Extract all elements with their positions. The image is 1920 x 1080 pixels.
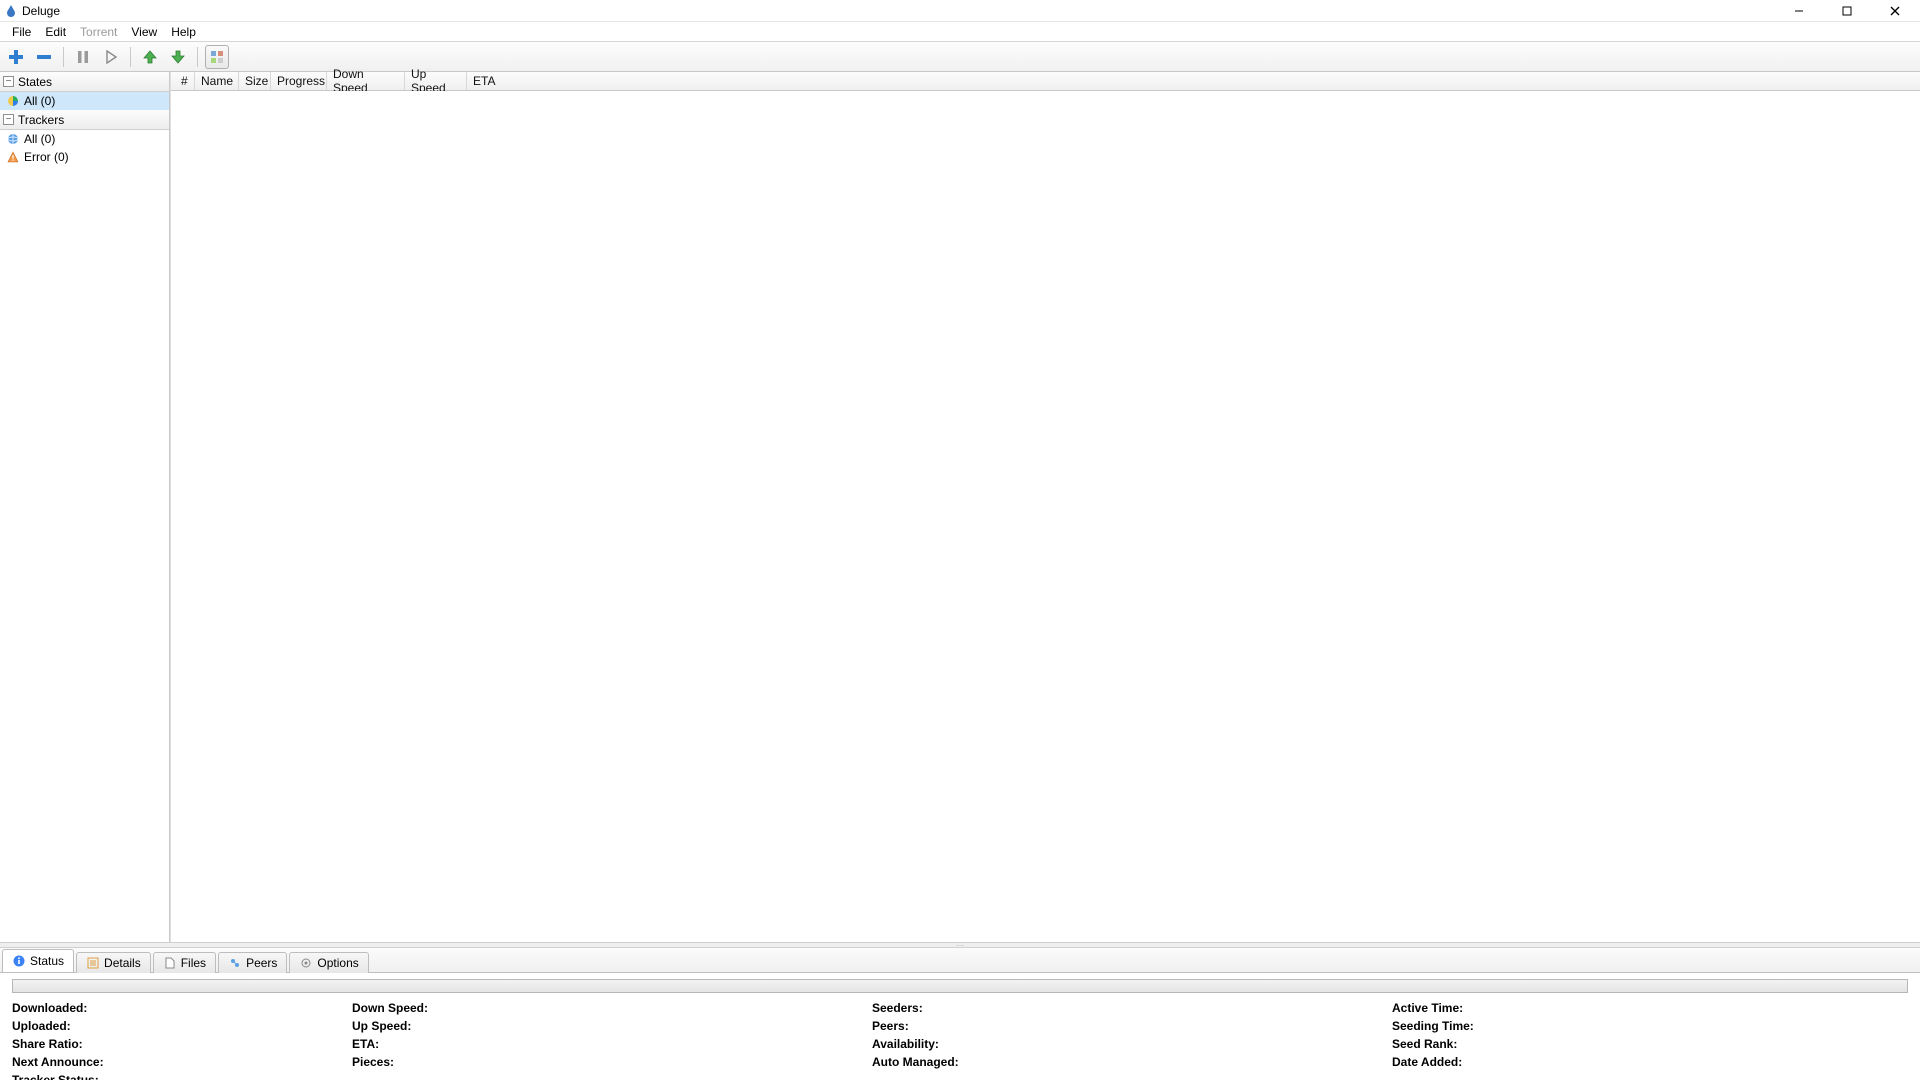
close-button[interactable] [1880, 1, 1910, 21]
label-down-speed: Down Speed: [352, 1001, 872, 1015]
pause-button[interactable] [71, 45, 95, 69]
sidebar-group-label: Trackers [18, 113, 64, 127]
label-seed-rank: Seed Rank: [1392, 1037, 1812, 1051]
titlebar: Deluge [0, 0, 1920, 22]
remove-torrent-button[interactable] [32, 45, 56, 69]
label-availability: Availability: [872, 1037, 1392, 1051]
globe-icon [6, 132, 20, 146]
sidebar-item-label: Error (0) [24, 150, 69, 164]
tab-details[interactable]: Details [76, 952, 151, 973]
details-icon [86, 956, 100, 970]
info-icon [12, 954, 26, 968]
minimize-button[interactable] [1784, 1, 1814, 21]
menu-torrent: Torrent [74, 24, 123, 40]
sidebar-item-label: All (0) [24, 94, 55, 108]
tab-label: Files [181, 956, 206, 970]
torrent-list[interactable] [171, 91, 1920, 942]
preferences-button[interactable] [205, 45, 229, 69]
tab-label: Status [30, 954, 64, 968]
toolbar-separator [197, 47, 198, 67]
menubar: File Edit Torrent View Help [0, 22, 1920, 42]
sidebar-item-error-trackers[interactable]: Error (0) [0, 148, 169, 166]
window-title: Deluge [22, 4, 60, 18]
collapse-icon[interactable]: − [3, 76, 14, 87]
label-tracker-status: Tracker Status: [12, 1073, 352, 1080]
file-icon [163, 956, 177, 970]
tab-label: Details [104, 956, 141, 970]
tab-peers[interactable]: Peers [218, 952, 287, 973]
torrent-list-pane: # Name Size Progress Down Speed Up Speed… [170, 72, 1920, 942]
label-auto-managed: Auto Managed: [872, 1055, 1392, 1069]
label-peers: Peers: [872, 1019, 1392, 1033]
options-icon [299, 956, 313, 970]
toolbar-separator [63, 47, 64, 67]
tab-options[interactable]: Options [289, 952, 368, 973]
label-seeders: Seeders: [872, 1001, 1392, 1015]
sidebar-group-label: States [18, 75, 52, 89]
toolbar-separator [130, 47, 131, 67]
menu-file[interactable]: File [6, 24, 37, 40]
tab-files[interactable]: Files [153, 952, 216, 973]
status-panel: Downloaded: Uploaded: Share Ratio: Next … [0, 973, 1920, 1080]
collapse-icon[interactable]: − [3, 114, 14, 125]
label-downloaded: Downloaded: [12, 1001, 352, 1015]
maximize-button[interactable] [1832, 1, 1862, 21]
menu-edit[interactable]: Edit [39, 24, 72, 40]
label-uploaded: Uploaded: [12, 1019, 352, 1033]
sidebar-item-all-trackers[interactable]: All (0) [0, 130, 169, 148]
label-share-ratio: Share Ratio: [12, 1037, 352, 1051]
tab-status[interactable]: Status [2, 949, 74, 972]
progress-bar [12, 979, 1908, 993]
sidebar-group-states[interactable]: − States [0, 72, 169, 92]
column-progress[interactable]: Progress [271, 72, 327, 90]
warning-icon [6, 150, 20, 164]
label-active-time: Active Time: [1392, 1001, 1812, 1015]
sidebar-item-all-states[interactable]: All (0) [0, 92, 169, 110]
column-num[interactable]: # [175, 72, 195, 90]
column-down-speed[interactable]: Down Speed [327, 72, 405, 90]
column-up-speed[interactable]: Up Speed [405, 72, 467, 90]
column-size[interactable]: Size [239, 72, 271, 90]
sidebar-item-label: All (0) [24, 132, 55, 146]
label-next-announce: Next Announce: [12, 1055, 352, 1069]
detail-tabs: Status Details Files Peers Options [0, 948, 1920, 973]
pie-icon [6, 94, 20, 108]
queue-down-button[interactable] [166, 45, 190, 69]
sidebar: − States All (0) − Trackers All (0) Erro… [0, 72, 170, 942]
deluge-icon [4, 4, 18, 18]
label-seeding-time: Seeding Time: [1392, 1019, 1812, 1033]
label-up-speed: Up Speed: [352, 1019, 872, 1033]
add-torrent-button[interactable] [4, 45, 28, 69]
column-eta[interactable]: ETA [467, 72, 503, 90]
column-headers: # Name Size Progress Down Speed Up Speed… [171, 72, 1920, 91]
menu-help[interactable]: Help [165, 24, 202, 40]
menu-view[interactable]: View [125, 24, 163, 40]
queue-up-button[interactable] [138, 45, 162, 69]
column-name[interactable]: Name [195, 72, 239, 90]
toolbar [0, 42, 1920, 72]
resume-button[interactable] [99, 45, 123, 69]
peers-icon [228, 956, 242, 970]
tab-label: Peers [246, 956, 277, 970]
tab-label: Options [317, 956, 358, 970]
label-date-added: Date Added: [1392, 1055, 1812, 1069]
label-pieces: Pieces: [352, 1055, 872, 1069]
label-eta: ETA: [352, 1037, 872, 1051]
sidebar-group-trackers[interactable]: − Trackers [0, 110, 169, 130]
